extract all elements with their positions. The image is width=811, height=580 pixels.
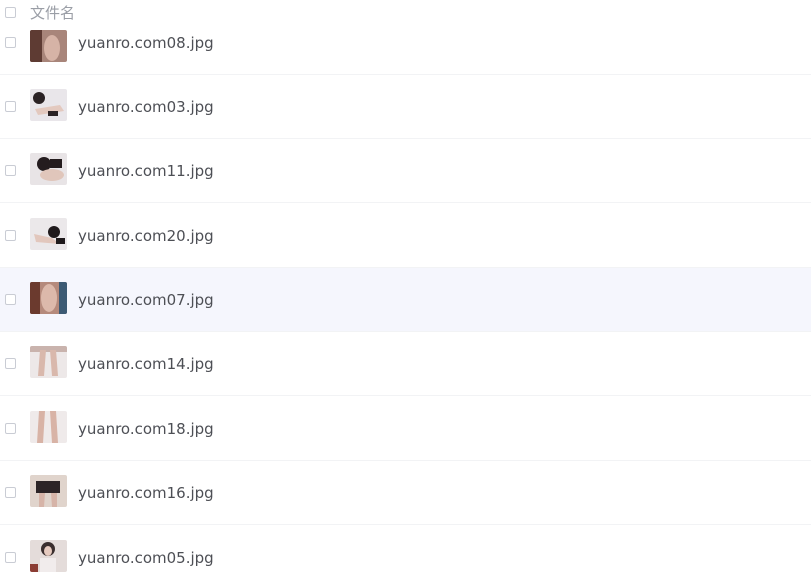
row-checkbox[interactable] — [5, 37, 16, 48]
file-name[interactable]: yuanro.com18.jpg — [78, 419, 214, 439]
file-name[interactable]: yuanro.com20.jpg — [78, 226, 214, 246]
file-row[interactable]: yuanro.com07.jpg — [0, 268, 811, 332]
image-thumbnail — [30, 30, 67, 62]
image-thumbnail — [30, 540, 67, 572]
file-row[interactable]: yuanro.com20.jpg — [0, 204, 811, 268]
image-thumbnail — [30, 153, 67, 185]
row-checkbox[interactable] — [5, 101, 16, 112]
image-thumbnail — [30, 218, 67, 250]
file-row[interactable]: yuanro.com08.jpg — [0, 11, 811, 75]
thumbnail-image — [30, 153, 67, 185]
thumbnail-image — [30, 346, 67, 378]
thumbnail-image — [30, 282, 67, 314]
row-divider — [0, 524, 811, 525]
file-row[interactable]: yuanro.com18.jpg — [0, 397, 811, 461]
thumbnail-image — [30, 30, 67, 62]
file-row[interactable]: yuanro.com05.jpg — [0, 526, 811, 580]
thumbnail-image — [30, 411, 67, 443]
row-divider — [0, 202, 811, 203]
file-list: 文件名 yuanro.com08.jpg yuanro.com03.jpg yu… — [0, 0, 811, 580]
row-checkbox[interactable] — [5, 230, 16, 241]
thumbnail-image — [30, 540, 67, 572]
thumbnail-image — [30, 218, 67, 250]
file-row[interactable]: yuanro.com03.jpg — [0, 75, 811, 139]
row-divider — [0, 395, 811, 396]
file-name[interactable]: yuanro.com16.jpg — [78, 483, 214, 503]
image-thumbnail — [30, 282, 67, 314]
image-thumbnail — [30, 89, 67, 121]
file-name[interactable]: yuanro.com07.jpg — [78, 290, 214, 310]
file-row[interactable]: yuanro.com14.jpg — [0, 332, 811, 396]
row-checkbox[interactable] — [5, 165, 16, 176]
image-thumbnail — [30, 346, 67, 378]
file-row[interactable]: yuanro.com16.jpg — [0, 461, 811, 525]
file-row[interactable]: yuanro.com11.jpg — [0, 139, 811, 203]
image-thumbnail — [30, 475, 67, 507]
row-checkbox[interactable] — [5, 423, 16, 434]
file-name[interactable]: yuanro.com08.jpg — [78, 33, 214, 53]
image-thumbnail — [30, 411, 67, 443]
thumbnail-image — [30, 475, 67, 507]
row-checkbox[interactable] — [5, 487, 16, 498]
file-name[interactable]: yuanro.com03.jpg — [78, 97, 214, 117]
thumbnail-image — [30, 89, 67, 121]
row-checkbox[interactable] — [5, 294, 16, 305]
file-name[interactable]: yuanro.com14.jpg — [78, 354, 214, 374]
file-name[interactable]: yuanro.com11.jpg — [78, 161, 214, 181]
file-name[interactable]: yuanro.com05.jpg — [78, 548, 214, 568]
row-checkbox[interactable] — [5, 552, 16, 563]
row-checkbox[interactable] — [5, 358, 16, 369]
